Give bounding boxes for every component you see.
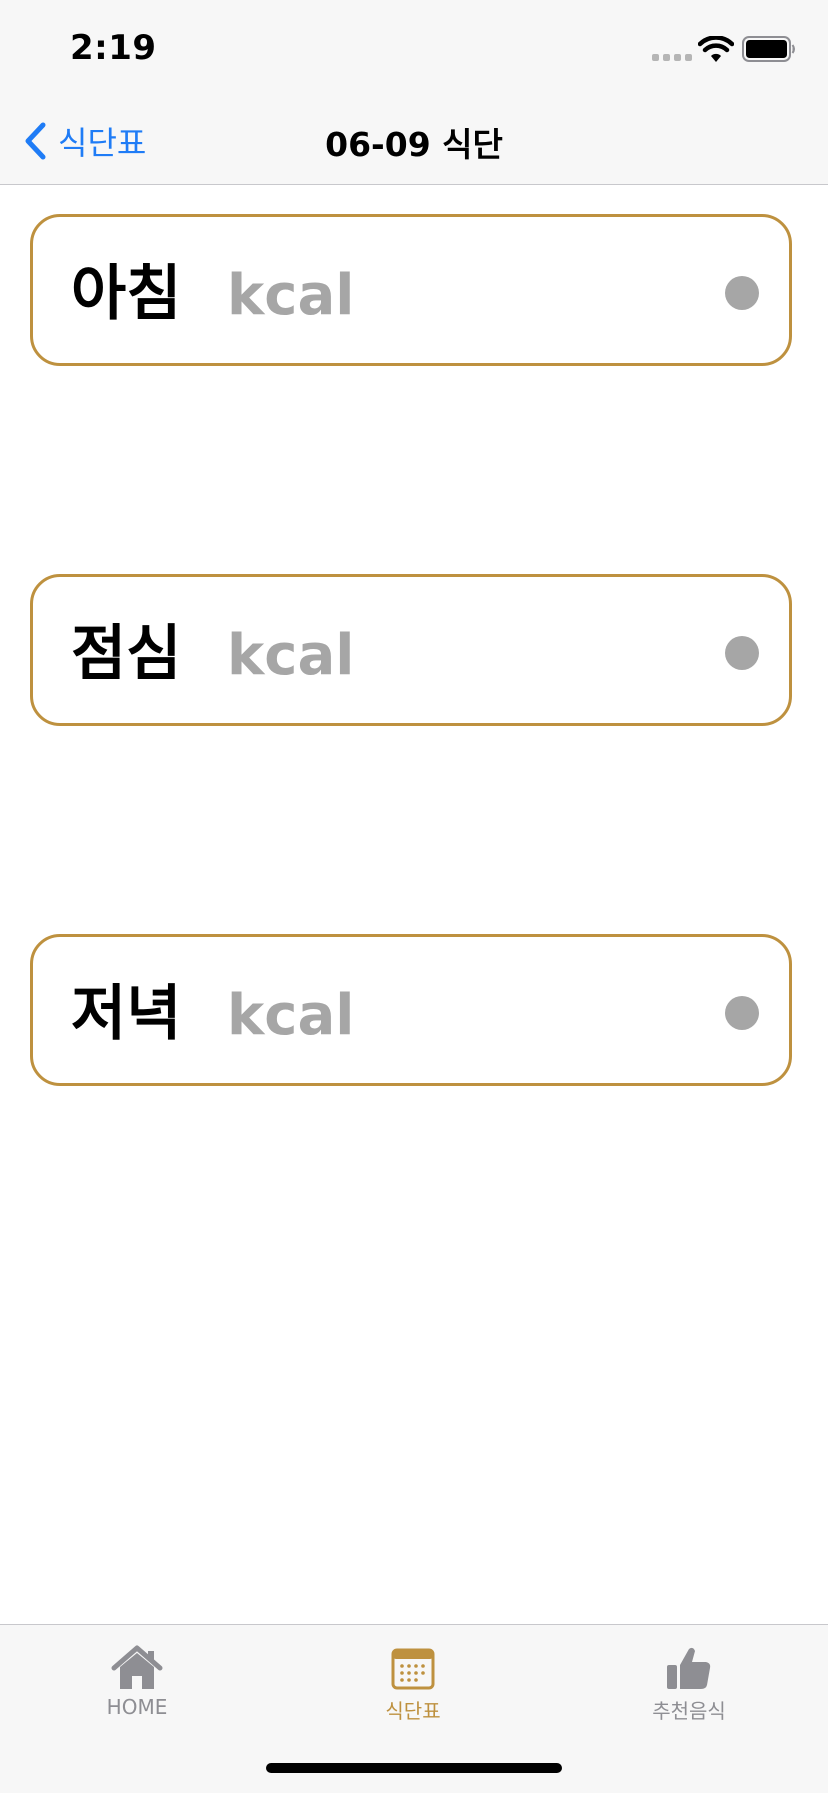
tab-label: 추천음식	[652, 1699, 726, 1723]
meal-card-breakfast[interactable]: 아침 kcal	[30, 214, 792, 366]
cellular-signal-icon	[652, 54, 692, 61]
status-dot-icon	[725, 276, 759, 310]
calendar-icon	[391, 1648, 435, 1690]
thumbs-up-icon	[667, 1647, 711, 1689]
meal-name: 점심	[71, 619, 182, 689]
meal-card-lunch[interactable]: 점심 kcal	[30, 574, 792, 726]
meal-name: 저녁	[71, 979, 182, 1049]
house-icon	[111, 1645, 163, 1689]
page-title: 06-09 식단	[325, 125, 503, 164]
meal-kcal-label: kcal	[227, 983, 355, 1048]
tab-label: 식단표	[385, 1699, 441, 1723]
status-dot-icon	[725, 636, 759, 670]
battery-icon	[742, 36, 795, 62]
tab-home[interactable]: HOME	[47, 1645, 227, 1719]
wifi-icon	[698, 36, 734, 62]
meal-kcal-label: kcal	[227, 623, 355, 688]
tab-recommended-food[interactable]: 추천음식	[599, 1645, 779, 1724]
top-bar: 2:19 식단표 06-09 식단	[0, 0, 828, 185]
tab-label: HOME	[106, 1695, 168, 1719]
meal-name: 아침	[71, 259, 182, 329]
meal-kcal-label: kcal	[227, 263, 355, 328]
meal-card-dinner[interactable]: 저녁 kcal	[30, 934, 792, 1086]
status-dot-icon	[725, 996, 759, 1030]
home-indicator[interactable]	[266, 1763, 562, 1773]
status-time: 2:19	[70, 28, 157, 68]
tab-meal-plan[interactable]: 식단표	[323, 1645, 503, 1724]
